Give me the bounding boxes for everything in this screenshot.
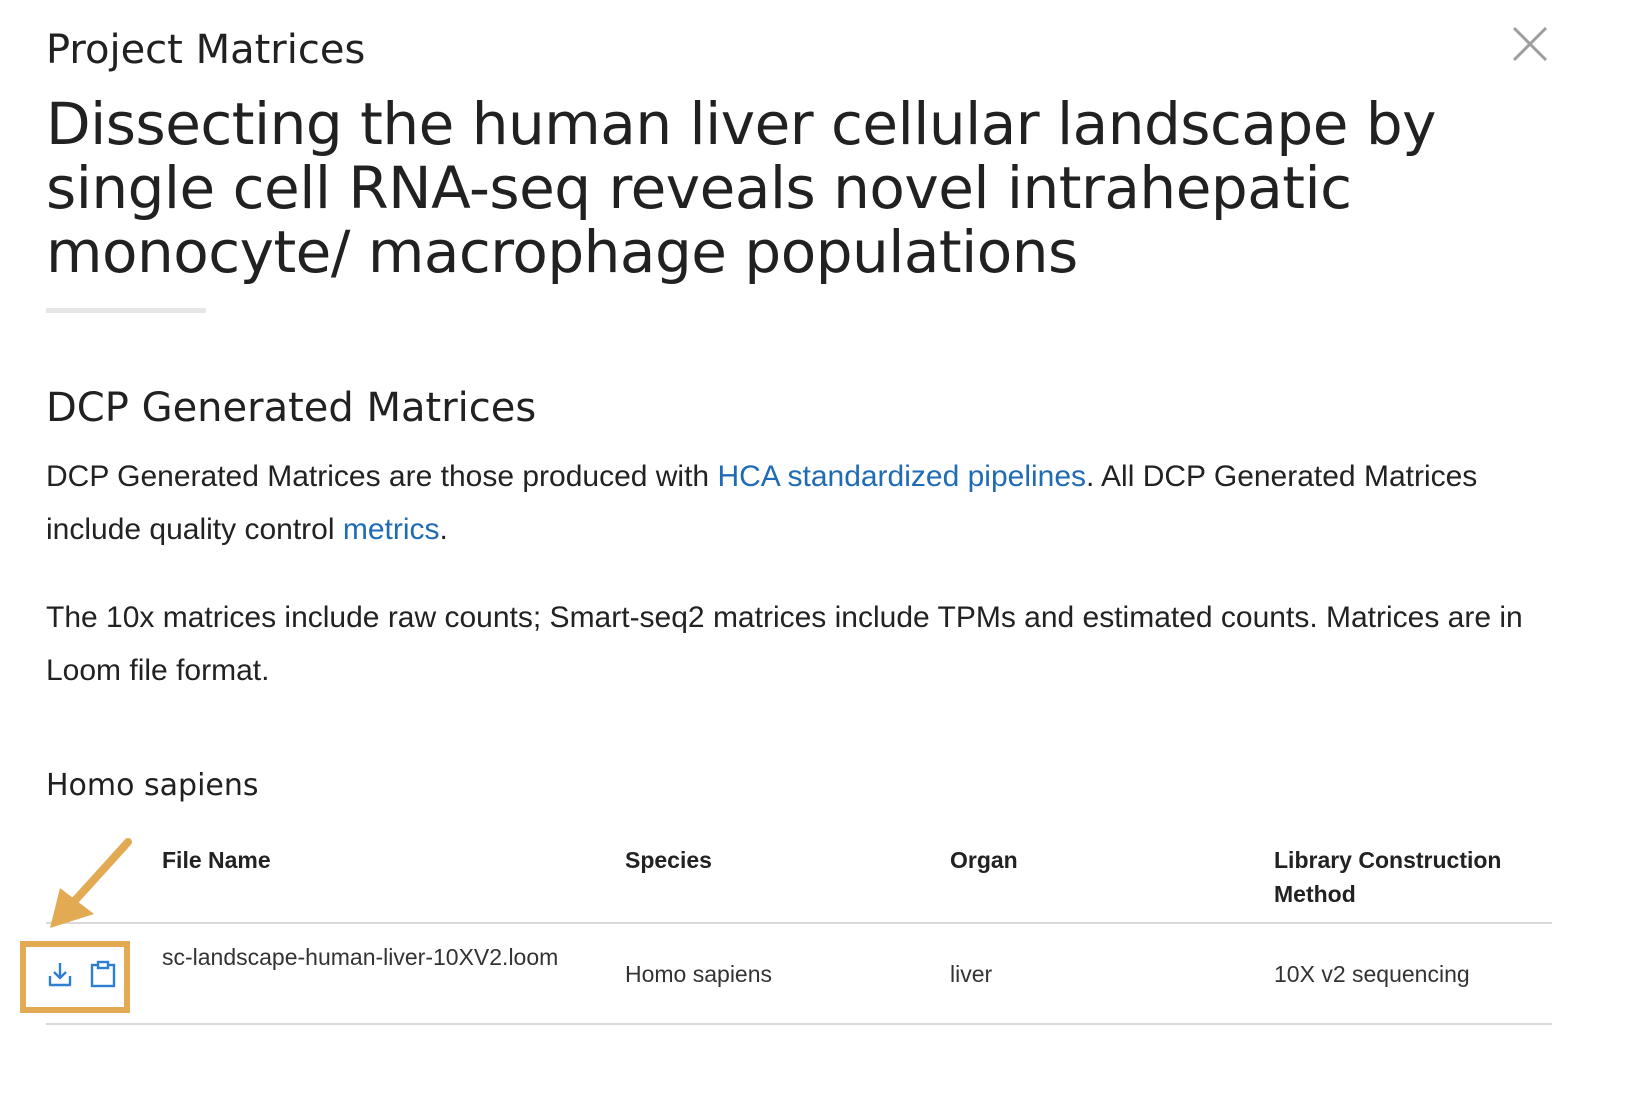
- page-kicker: Project Matrices: [46, 27, 366, 73]
- cell-file-name: sc-landscape-human-liver-10XV2.loom: [162, 944, 559, 970]
- column-header-organ: Organ: [950, 847, 1018, 873]
- cell-library-method: 10X v2 sequencing: [1274, 961, 1470, 987]
- column-header-library-method: Library Construction Method: [1274, 847, 1502, 907]
- table-row-divider: [46, 1023, 1552, 1025]
- section-heading: DCP Generated Matrices: [46, 385, 537, 431]
- title-divider: [46, 308, 206, 313]
- column-header-file-name: File Name: [162, 847, 271, 873]
- format-paragraph: The 10x matrices include raw counts; Sma…: [46, 601, 1523, 687]
- arrow-annotation: [50, 838, 132, 928]
- metrics-link[interactable]: metrics: [343, 513, 440, 546]
- close-icon[interactable]: [1510, 24, 1550, 64]
- download-icon[interactable]: [44, 958, 76, 990]
- intro-text-start: DCP Generated Matrices are those produce…: [46, 460, 718, 493]
- clipboard-icon[interactable]: [87, 958, 119, 990]
- column-header-species: Species: [625, 847, 712, 873]
- intro-text-end: .: [439, 513, 448, 546]
- hca-pipelines-link[interactable]: HCA standardized pipelines: [717, 460, 1086, 493]
- species-group-heading: Homo sapiens: [46, 768, 259, 803]
- intro-paragraph: DCP Generated Matrices are those produce…: [46, 450, 1546, 556]
- cell-organ: liver: [950, 961, 993, 987]
- cell-species: Homo sapiens: [625, 961, 773, 987]
- project-title: Dissecting the human liver cellular land…: [46, 90, 1437, 286]
- table-header-divider: [46, 922, 1552, 924]
